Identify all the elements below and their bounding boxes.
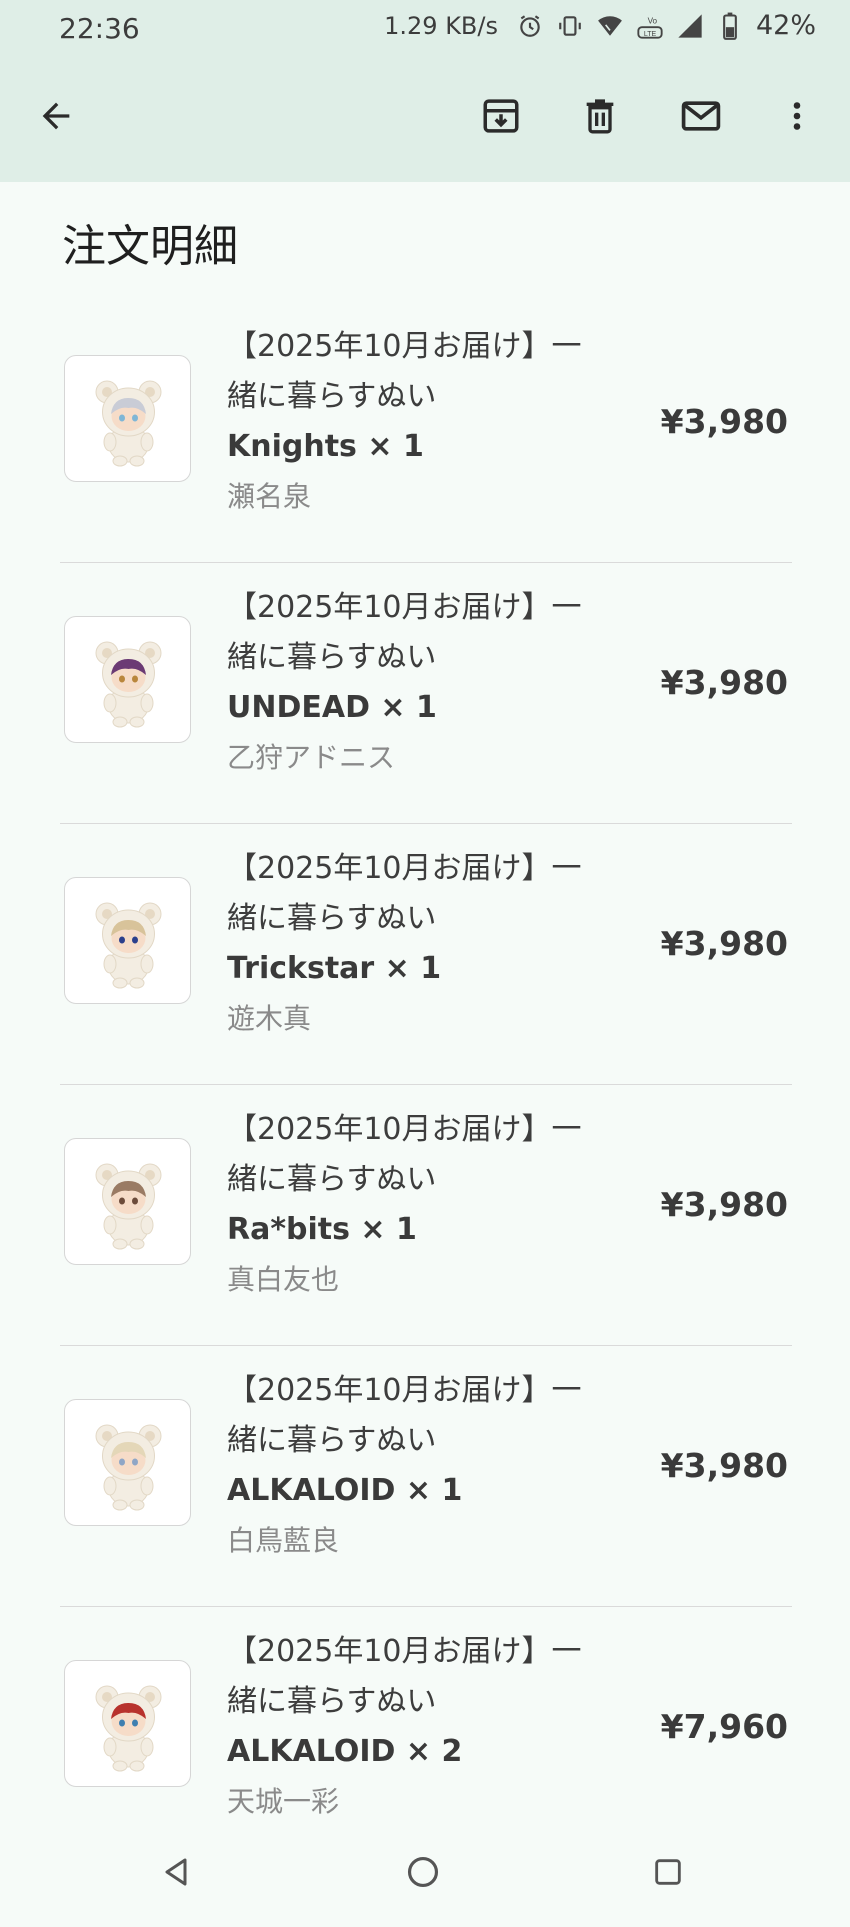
- product-thumbnail[interactable]: [64, 1399, 191, 1526]
- item-character: 乙狩アドニス: [227, 741, 396, 774]
- svg-text:LTE: LTE: [644, 30, 657, 37]
- order-item[interactable]: 【2025年10月お届け】一 緒に暮らすぬい UNDEAD × 1 乙狩アドニス…: [60, 563, 792, 824]
- status-icons: 1.29 KB/s LTE Vo 42%: [384, 10, 816, 41]
- back-arrow-icon: [36, 96, 76, 140]
- battery-icon: [716, 12, 744, 40]
- email-body: 注文明細 【2025年10月お届け】一 緒に暮らすぬい Knights × 1 …: [0, 182, 850, 1822]
- item-text: 【2025年10月お届け】一 緒に暮らすぬい ALKALOID × 2 天城一彩: [227, 1627, 647, 1822]
- product-thumbnail[interactable]: [64, 877, 191, 1004]
- item-price: ¥3,980: [660, 402, 788, 441]
- item-price: ¥3,980: [660, 663, 788, 702]
- item-title-line1: 【2025年10月お届け】一: [227, 851, 582, 886]
- order-item[interactable]: 【2025年10月お届け】一 緒に暮らすぬい Ra*bits × 1 真白友也 …: [60, 1085, 792, 1346]
- item-variant: ALKALOID × 1: [227, 1473, 463, 1508]
- mail-icon: [679, 94, 723, 142]
- system-nav-bar: [0, 1822, 850, 1927]
- item-character: 天城一彩: [227, 1785, 340, 1818]
- item-variant: Ra*bits × 1: [227, 1212, 417, 1247]
- product-thumbnail[interactable]: [64, 1660, 191, 1787]
- archive-icon: [480, 95, 522, 141]
- item-title-line1: 【2025年10月お届け】一: [227, 1373, 582, 1408]
- plush-image: [95, 1685, 162, 1772]
- item-title-line1: 【2025年10月お届け】一: [227, 1112, 582, 1147]
- item-text: 【2025年10月お届け】一 緒に暮らすぬい ALKALOID × 1 白鳥藍良: [227, 1366, 647, 1566]
- item-variant: ALKALOID × 2: [227, 1734, 463, 1769]
- item-character: 真白友也: [227, 1263, 340, 1296]
- item-character: 遊木真: [227, 1002, 312, 1035]
- item-title-line1: 【2025年10月お届け】一: [227, 329, 582, 364]
- order-item[interactable]: 【2025年10月お届け】一 緒に暮らすぬい ALKALOID × 1 白鳥藍良…: [60, 1346, 792, 1607]
- item-title-line1: 【2025年10月お届け】一: [227, 1634, 582, 1669]
- item-variant: Trickstar × 1: [227, 951, 442, 986]
- section-title: 注文明細: [62, 221, 238, 272]
- item-text: 【2025年10月お届け】一 緒に暮らすぬい UNDEAD × 1 乙狩アドニス: [227, 583, 647, 783]
- nav-home-icon: [404, 1853, 442, 1895]
- status-time: 22:36: [59, 12, 140, 45]
- plush-image: [95, 641, 162, 728]
- order-item[interactable]: 【2025年10月お届け】一 緒に暮らすぬい Trickstar × 1 遊木真…: [60, 824, 792, 1085]
- nav-back-icon: [158, 1854, 194, 1894]
- item-title-line2: 緒に暮らすぬい: [227, 379, 437, 414]
- wifi-icon: [596, 12, 624, 40]
- item-variant: UNDEAD × 1: [227, 690, 437, 725]
- item-price: ¥7,960: [660, 1707, 788, 1746]
- product-thumbnail[interactable]: [64, 1138, 191, 1265]
- plush-image: [95, 1424, 162, 1511]
- item-variant: Knights × 1: [227, 429, 424, 464]
- product-thumbnail[interactable]: [64, 616, 191, 743]
- item-text: 【2025年10月お届け】一 緒に暮らすぬい Trickstar × 1 遊木真: [227, 844, 647, 1044]
- order-item[interactable]: 【2025年10月お届け】一 緒に暮らすぬい Knights × 1 瀬名泉 ¥…: [60, 302, 792, 563]
- plush-image: [95, 380, 162, 467]
- network-speed: 1.29 KB/s: [384, 11, 498, 40]
- item-title-line2: 緒に暮らすぬい: [227, 1423, 437, 1458]
- alarm-icon: [516, 12, 544, 40]
- plush-image: [95, 902, 162, 989]
- item-character: 白鳥藍良: [227, 1524, 340, 1557]
- battery-percent: 42%: [755, 10, 816, 41]
- vibrate-icon: [556, 12, 584, 40]
- plush-image: [95, 1163, 162, 1250]
- nav-home-button[interactable]: [395, 1846, 451, 1902]
- more-options-button[interactable]: [765, 86, 829, 150]
- status-bar: 22:36 1.29 KB/s LTE Vo 42%: [0, 0, 850, 56]
- archive-button[interactable]: [469, 86, 533, 150]
- item-text: 【2025年10月お届け】一 緒に暮らすぬい Knights × 1 瀬名泉: [227, 322, 647, 522]
- nav-recents-button[interactable]: [640, 1846, 696, 1902]
- item-price: ¥3,980: [660, 924, 788, 963]
- back-button[interactable]: [24, 86, 88, 150]
- product-thumbnail[interactable]: [64, 355, 191, 482]
- more-vert-icon: [779, 98, 815, 138]
- signal-icon: [676, 12, 704, 40]
- order-list: 【2025年10月お届け】一 緒に暮らすぬい Knights × 1 瀬名泉 ¥…: [60, 302, 792, 1822]
- delete-button[interactable]: [568, 86, 632, 150]
- trash-icon: [580, 96, 620, 140]
- nav-back-button[interactable]: [148, 1846, 204, 1902]
- mark-unread-button[interactable]: [669, 86, 733, 150]
- item-title-line2: 緒に暮らすぬい: [227, 1684, 437, 1719]
- item-text: 【2025年10月お届け】一 緒に暮らすぬい Ra*bits × 1 真白友也: [227, 1105, 647, 1305]
- item-price: ¥3,980: [660, 1446, 788, 1485]
- nav-recents-icon: [651, 1855, 685, 1893]
- item-title-line1: 【2025年10月お届け】一: [227, 590, 582, 625]
- item-price: ¥3,980: [660, 1185, 788, 1224]
- app-bar: [0, 56, 850, 182]
- volte-icon: LTE Vo: [636, 12, 664, 40]
- item-title-line2: 緒に暮らすぬい: [227, 1162, 437, 1197]
- item-character: 瀬名泉: [227, 480, 312, 513]
- item-title-line2: 緒に暮らすぬい: [227, 640, 437, 675]
- svg-text:Vo: Vo: [648, 16, 658, 25]
- item-title-line2: 緒に暮らすぬい: [227, 901, 437, 936]
- order-item[interactable]: 【2025年10月お届け】一 緒に暮らすぬい ALKALOID × 2 天城一彩…: [60, 1607, 792, 1822]
